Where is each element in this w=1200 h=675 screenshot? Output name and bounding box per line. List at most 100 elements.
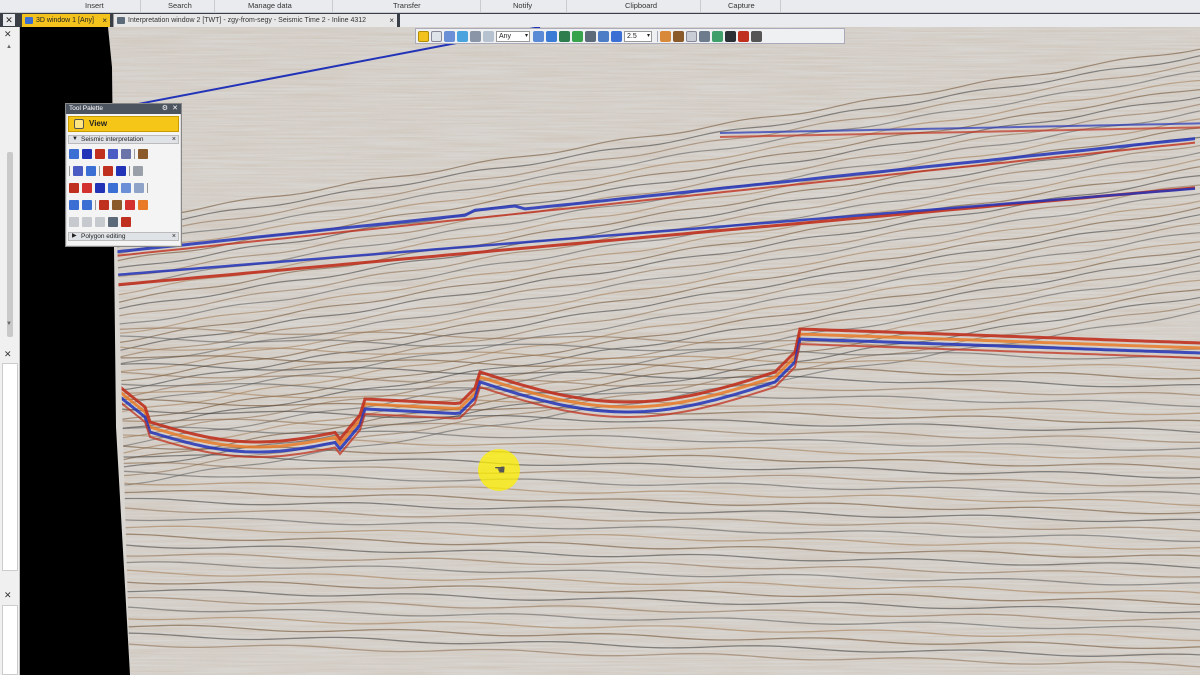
delete-icon[interactable]	[82, 183, 92, 193]
snap-icon[interactable]	[134, 183, 144, 193]
ribbon-group-search[interactable]: Search	[168, 1, 192, 10]
seismic-inline-section[interactable]	[20, 27, 1200, 675]
close-tab-icon[interactable]: ×	[389, 14, 394, 27]
ribbon-divider	[700, 0, 701, 13]
tool-row	[66, 178, 181, 195]
cut-icon[interactable]	[121, 183, 131, 193]
seeded-2d-autotrack-icon[interactable]	[82, 149, 92, 159]
3d-window-toolbar: Any ▾ 2.5 ▾	[415, 28, 845, 44]
disabled-tool-icon	[82, 217, 92, 227]
scroll-down-icon[interactable]: ▼	[6, 321, 12, 327]
ribbon-group-manage-data[interactable]: Manage data	[248, 1, 292, 10]
panel-content	[2, 605, 18, 675]
split-icon[interactable]	[95, 183, 105, 193]
fault-stick-icon[interactable]	[103, 166, 113, 176]
view-side-icon[interactable]	[598, 30, 609, 42]
lasso-icon[interactable]	[112, 200, 122, 210]
paintbrush-autotrack-icon[interactable]	[108, 149, 118, 159]
erase-icon[interactable]	[73, 166, 83, 176]
axis-icon[interactable]	[699, 30, 710, 42]
ribbon-group-clipboard[interactable]: Clipboard	[625, 1, 657, 10]
close-icon[interactable]: ✕	[4, 590, 12, 601]
scroll-up-icon[interactable]: ▲	[6, 44, 12, 50]
tool-palette-titlebar[interactable]: Tool Palette ⚙ ✕	[66, 104, 181, 114]
view-box-icon[interactable]	[457, 30, 468, 42]
undo-icon[interactable]	[69, 200, 79, 210]
view-top-icon[interactable]	[585, 30, 596, 42]
pan-icon[interactable]	[559, 30, 570, 42]
close-icon[interactable]: ✕	[3, 14, 15, 26]
tab-strip-background	[400, 14, 1200, 27]
camera-icon[interactable]	[470, 30, 481, 42]
connect-icon[interactable]	[108, 183, 118, 193]
chevron-down-icon: ▾	[524, 32, 528, 39]
marker-icon[interactable]	[125, 200, 135, 210]
pin-icon[interactable]	[751, 30, 762, 42]
delete-point-icon[interactable]	[69, 183, 79, 193]
tool-icon[interactable]	[108, 217, 118, 227]
snapshot-icon[interactable]	[483, 30, 494, 42]
close-icon[interactable]: ×	[172, 233, 176, 240]
close-icon[interactable]: ×	[172, 136, 176, 143]
domain-select[interactable]: Any ▾	[496, 30, 530, 42]
tab-label: 3D window 1 [Any]	[36, 17, 94, 24]
gear-icon[interactable]: ⚙	[162, 104, 168, 114]
close-icon[interactable]: ✕	[4, 29, 12, 40]
tool-icon[interactable]	[121, 217, 131, 227]
3d-window-icon	[25, 17, 33, 24]
player-icon[interactable]	[738, 30, 749, 42]
expand-icon: ▶	[72, 233, 77, 239]
section-polygon-editing[interactable]: ▶ Polygon editing ×	[68, 232, 179, 241]
view-icon	[74, 119, 84, 129]
toolbar-divider	[147, 183, 148, 193]
select-pick-icon[interactable]	[418, 30, 429, 42]
redo-icon[interactable]	[82, 200, 92, 210]
tool-palette: Tool Palette ⚙ ✕ View ▼ Seismic interpre…	[65, 103, 182, 247]
ribbon-group-notify[interactable]: Notify	[513, 1, 532, 10]
close-icon[interactable]: ✕	[172, 104, 178, 114]
close-tab-icon[interactable]: ×	[102, 14, 107, 27]
mesh-icon[interactable]	[133, 166, 143, 176]
fault-polygon-icon[interactable]	[116, 166, 126, 176]
view-mode-button[interactable]: View	[68, 116, 179, 132]
lighting-icon[interactable]	[660, 30, 671, 42]
rotate-icon[interactable]	[546, 30, 557, 42]
ribbon-group-capture[interactable]: Capture	[728, 1, 755, 10]
orange-flag-icon[interactable]	[138, 200, 148, 210]
screenshot-icon[interactable]	[725, 30, 736, 42]
settings-icon[interactable]	[686, 30, 697, 42]
disabled-tool-icon	[69, 217, 79, 227]
ribbon-group-transfer[interactable]: Transfer	[393, 1, 421, 10]
pointer-icon[interactable]	[431, 30, 442, 42]
petrel-application: Insert Search Manage data Transfer Notif…	[0, 0, 1200, 675]
active-autotrack-icon[interactable]	[121, 149, 131, 159]
close-icon[interactable]: ✕	[4, 349, 12, 360]
vertical-exaggeration-select[interactable]: 2.5 ▾	[624, 30, 652, 42]
ribbon-divider	[214, 0, 215, 13]
toolbar-divider	[95, 200, 96, 210]
zigzag-icon[interactable]	[86, 166, 96, 176]
tab-interpretation-window[interactable]: Interpretation window 2 [TWT] - zgy-from…	[113, 14, 397, 27]
section-seismic-interpretation[interactable]: ▼ Seismic interpretation ×	[68, 135, 179, 144]
manual-interpretation-icon[interactable]	[95, 149, 105, 159]
background-icon[interactable]	[712, 30, 723, 42]
light-source-icon[interactable]	[673, 30, 684, 42]
measure-icon[interactable]	[444, 30, 455, 42]
tab-3d-window[interactable]: 3D window 1 [Any] ×	[22, 14, 110, 27]
ribbon-group-insert[interactable]: Insert	[85, 1, 104, 10]
interpretation-window-icon	[117, 17, 125, 24]
disabled-tool-icon	[95, 217, 105, 227]
scrollbar-thumb[interactable]	[7, 152, 13, 337]
flag-icon[interactable]	[99, 200, 109, 210]
hand-cursor-icon: ☚	[494, 462, 506, 477]
fault-interpretation-icon[interactable]	[138, 149, 148, 159]
ribbon-divider	[332, 0, 333, 13]
toolbar-divider	[134, 149, 135, 159]
tool-row	[66, 161, 181, 178]
guided-autotrack-icon[interactable]	[69, 149, 79, 159]
view-front-icon[interactable]	[611, 30, 622, 42]
home-view-icon[interactable]	[533, 30, 544, 42]
3d-viewport[interactable]	[20, 27, 1200, 675]
domain-select-value: Any	[499, 32, 512, 40]
zoom-extents-icon[interactable]	[572, 30, 583, 42]
